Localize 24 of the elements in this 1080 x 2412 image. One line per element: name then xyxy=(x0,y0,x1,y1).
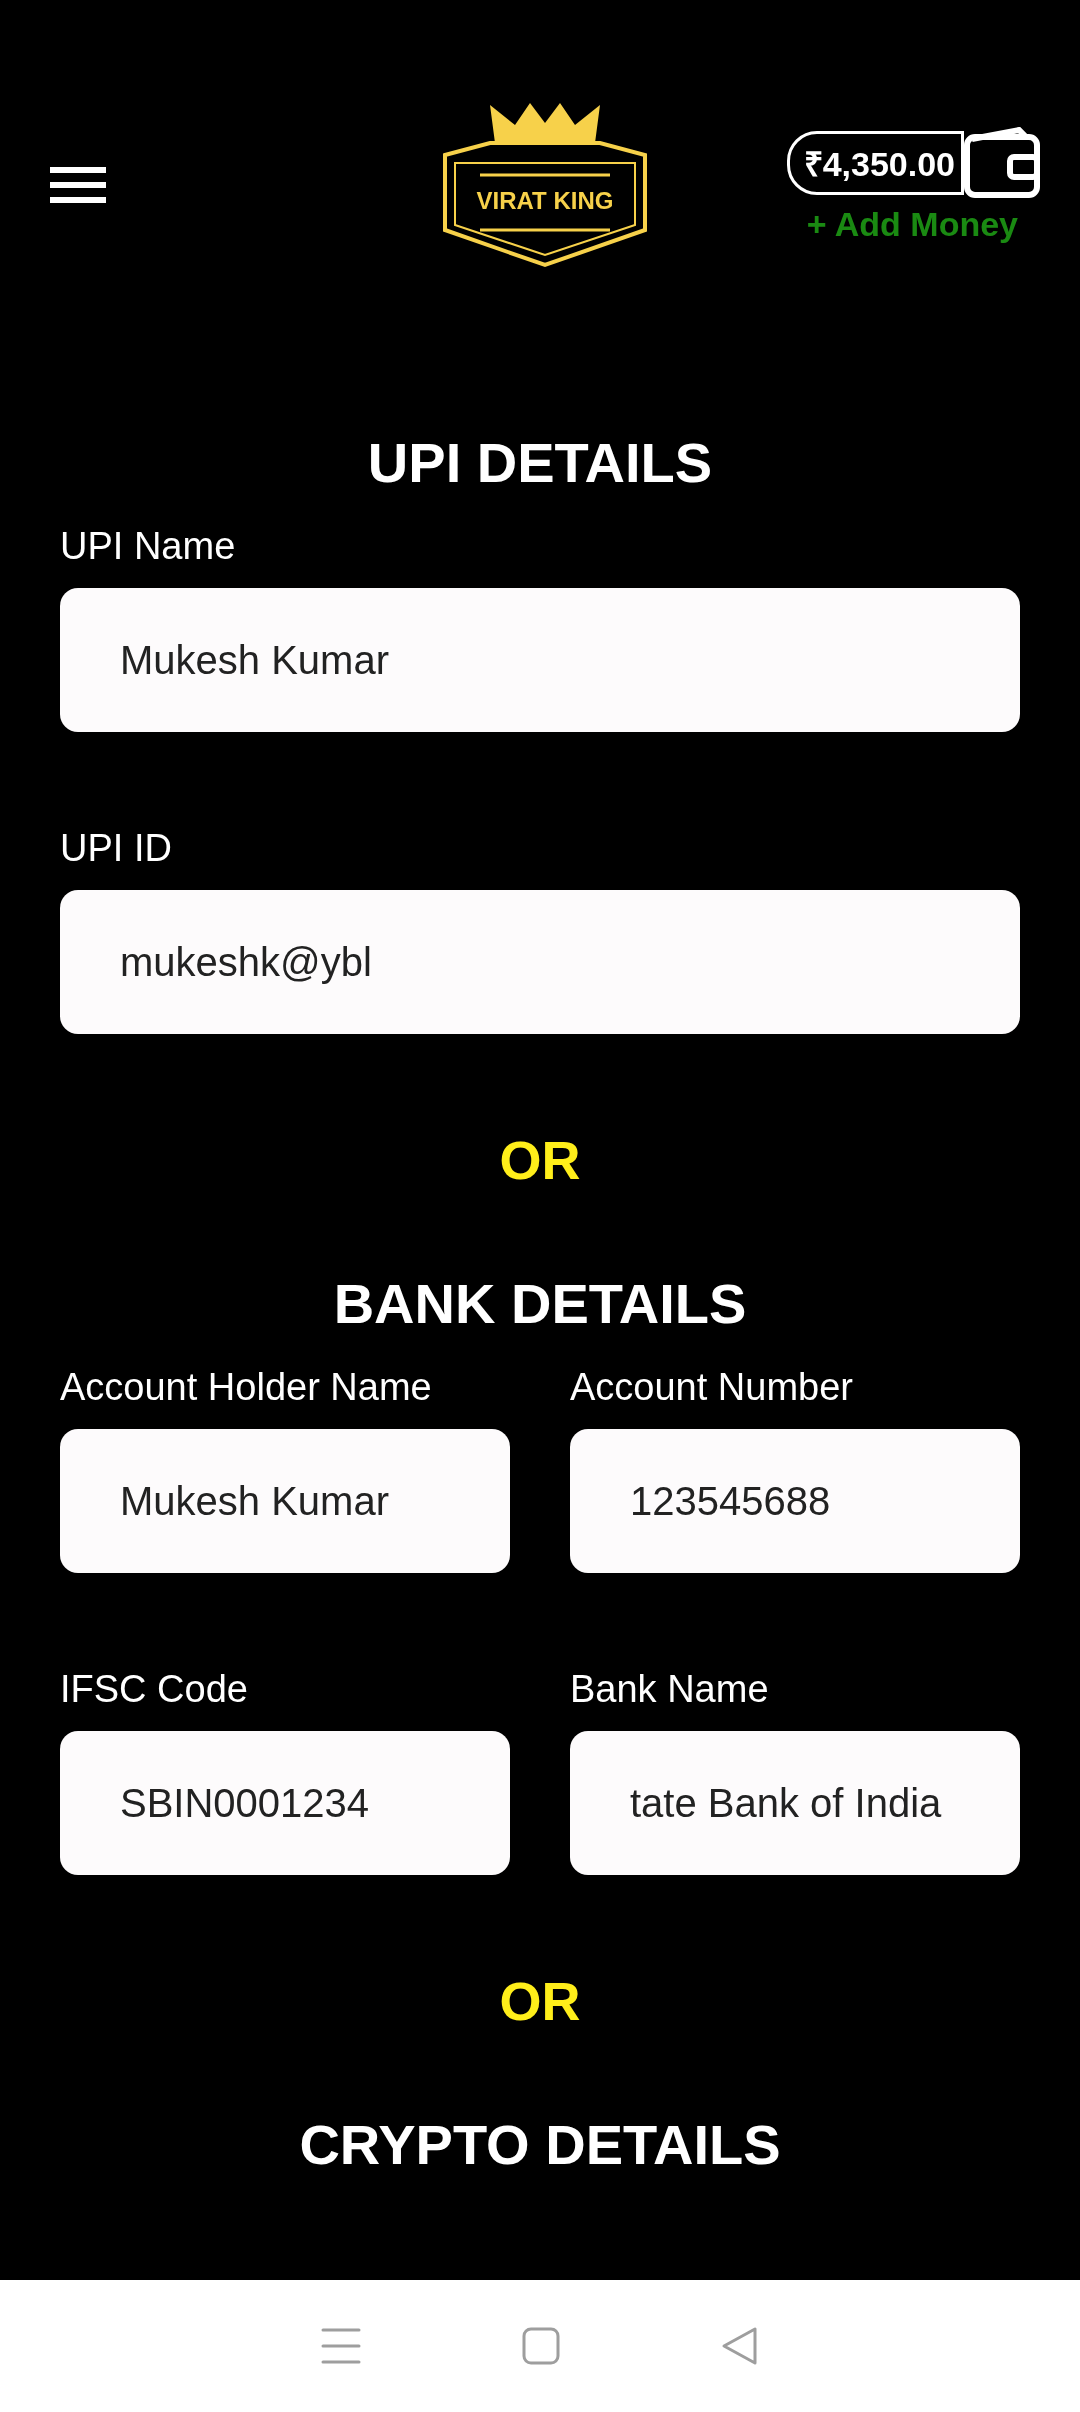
home-icon[interactable] xyxy=(522,2327,560,2365)
input-field[interactable]: SBIN0001234 xyxy=(60,1731,510,1875)
add-money-link[interactable]: + Add Money xyxy=(806,204,1018,244)
field-label: Bank Name xyxy=(570,1668,770,1711)
input-field[interactable]: tate Bank of India xyxy=(570,1731,1020,1875)
menu-icon[interactable] xyxy=(50,165,106,205)
field-label: Account Number xyxy=(570,1366,854,1409)
logo-text: VIRAT KING xyxy=(475,187,615,215)
or-separator: OR xyxy=(498,1970,582,2032)
wallet-icon[interactable] xyxy=(964,126,1040,199)
or-separator: OR xyxy=(498,1129,582,1191)
section-title: UPI DETAILS xyxy=(366,430,714,495)
field-label: UPI ID xyxy=(60,827,173,870)
input-field[interactable]: 123545688 xyxy=(570,1429,1020,1573)
section-title: CRYPTO DETAILS xyxy=(298,2112,782,2177)
input-field[interactable]: Mukesh Kumar xyxy=(60,588,1020,732)
back-icon[interactable] xyxy=(721,2326,760,2366)
input-field[interactable]: mukeshk@ybl xyxy=(60,890,1020,1034)
field-label: IFSC Code xyxy=(60,1668,249,1711)
balance-amount: ₹4,350.00 xyxy=(786,130,964,195)
input-field[interactable]: Mukesh Kumar xyxy=(60,1429,510,1573)
field-label: Account Holder Name xyxy=(60,1366,433,1409)
section-title: BANK DETAILS xyxy=(332,1271,748,1336)
field-label: UPI Name xyxy=(60,525,237,568)
